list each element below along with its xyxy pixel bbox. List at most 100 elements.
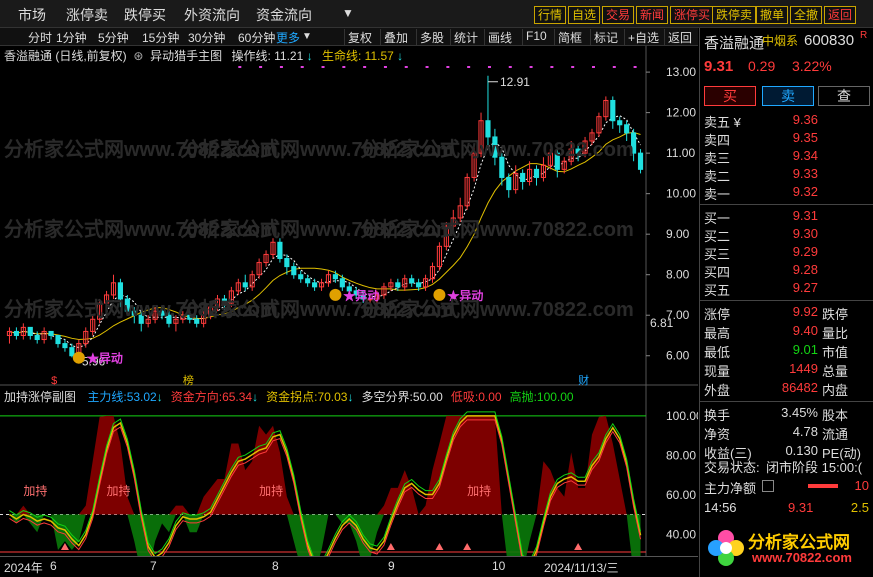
- bid-row[interactable]: 买一 9.31: [700, 208, 873, 227]
- ask-row[interactable]: 卖五 ¥ 9.36: [700, 112, 873, 131]
- stock-sector[interactable]: 中烟系: [762, 32, 798, 49]
- event-marker[interactable]: 榜: [183, 373, 194, 386]
- query-button[interactable]: 查: [818, 86, 870, 106]
- period-more-button[interactable]: 更多: [276, 29, 300, 46]
- signal-dot: [550, 66, 554, 68]
- nav-dropdown-icon[interactable]: ▼: [342, 6, 354, 20]
- toolbar-tool-button[interactable]: 返回: [668, 29, 692, 46]
- stat-label: 净资: [704, 427, 731, 442]
- ask-label: 卖一: [704, 187, 731, 202]
- nav-button[interactable]: 涨停买: [670, 6, 715, 24]
- candle-body[interactable]: [69, 347, 75, 357]
- nav-limit-up-sell[interactable]: 涨停卖: [66, 5, 108, 25]
- bid-label: 买五: [704, 283, 731, 298]
- candle-body[interactable]: [312, 282, 318, 288]
- ask-row[interactable]: 卖三 9.34: [700, 148, 873, 167]
- candle-body[interactable]: [409, 278, 415, 284]
- ask-row[interactable]: 卖二 9.33: [700, 166, 873, 185]
- candle-body[interactable]: [533, 168, 540, 178]
- toolbar-tool-button[interactable]: 叠加: [384, 29, 408, 46]
- bid-row[interactable]: 买二 9.30: [700, 226, 873, 245]
- candle-body[interactable]: [62, 343, 68, 349]
- buy-button[interactable]: 买: [704, 86, 756, 106]
- toolbar-tool-button[interactable]: +自选: [628, 29, 659, 46]
- toolbar-tool-button[interactable]: 简框: [558, 29, 582, 46]
- period-tab[interactable]: 5分钟: [98, 29, 129, 46]
- ask-row[interactable]: 卖一 9.32: [700, 184, 873, 203]
- sell-button[interactable]: 卖: [762, 86, 814, 106]
- max-price-label: 12.91: [500, 75, 530, 89]
- candle-body[interactable]: [339, 278, 345, 288]
- nav-button[interactable]: 交易: [602, 6, 635, 24]
- period-tab[interactable]: 1分钟: [56, 29, 87, 46]
- candle-body[interactable]: [48, 330, 54, 336]
- nav-button[interactable]: 新闻: [636, 6, 669, 24]
- candle-body[interactable]: [284, 257, 290, 268]
- indicator-name[interactable]: 异动猎手主图: [150, 49, 222, 63]
- period-tab[interactable]: 分时: [28, 29, 52, 46]
- restore-icon[interactable]: R: [860, 30, 867, 41]
- candle-body[interactable]: [332, 274, 338, 280]
- toolbar-tool-button[interactable]: 统计: [454, 29, 478, 46]
- bid-row[interactable]: 买四 9.28: [700, 262, 873, 281]
- candle-body[interactable]: [506, 176, 512, 191]
- candle-body[interactable]: [485, 120, 491, 138]
- indicator-toggle-icon[interactable]: ⊛: [130, 49, 147, 63]
- order-book-divider: [700, 204, 873, 205]
- toolbar-tool-button[interactable]: F10: [526, 29, 547, 43]
- sub-chart[interactable]: 100.00 80.00 60.00 40.00 加持 加持 加持 加持: [0, 386, 698, 556]
- watermark-logo: 分析家公式网 www.70822.com: [700, 520, 873, 577]
- sub-chart-title[interactable]: 加持涨停副图: [4, 390, 76, 404]
- event-marker[interactable]: $: [51, 375, 57, 386]
- nav-capital-flow[interactable]: 资金流向: [256, 5, 312, 25]
- candle-body[interactable]: [305, 278, 311, 284]
- bid-row[interactable]: 买三 9.29: [700, 244, 873, 263]
- candle-body[interactable]: [55, 334, 61, 345]
- nav-foreign-flow[interactable]: 外资流向: [184, 5, 240, 25]
- nav-market[interactable]: 市场: [18, 5, 46, 25]
- nav-button[interactable]: 全撤: [790, 6, 823, 24]
- stat-right-label: 跌停: [822, 307, 849, 322]
- toolbar-tool-button[interactable]: 多股: [420, 29, 444, 46]
- candle-body[interactable]: [117, 282, 124, 300]
- candle-body[interactable]: [298, 274, 304, 280]
- main-chart[interactable]: 13.0012.0011.0010.009.008.007.006.006.81…: [0, 46, 698, 386]
- candle-body[interactable]: [395, 282, 401, 288]
- toolbar-tool-button[interactable]: 画线: [488, 29, 512, 46]
- candle-body[interactable]: [242, 282, 248, 288]
- watermark-text: 分析家公式网www.70822.com: [360, 297, 634, 321]
- buy-signal-triangle-icon: [463, 543, 472, 550]
- signal-dot: [571, 66, 575, 68]
- bid-row[interactable]: 买五 9.27: [700, 280, 873, 299]
- sub-y-axis-label: 60.00: [666, 488, 696, 502]
- candle-body[interactable]: [277, 241, 283, 259]
- nav-button[interactable]: 跌停卖: [712, 6, 757, 24]
- period-tab[interactable]: 15分钟: [142, 29, 179, 46]
- candle-body[interactable]: [520, 172, 526, 183]
- nav-button[interactable]: 撤单: [756, 6, 789, 24]
- nav-button[interactable]: 行情: [534, 6, 567, 24]
- expand-icon[interactable]: [762, 480, 774, 492]
- period-tab[interactable]: 60分钟: [238, 29, 275, 46]
- candle-body[interactable]: [27, 326, 33, 336]
- current-price-tag: 6.81: [650, 316, 674, 330]
- candle-body[interactable]: [291, 266, 297, 276]
- nav-limit-down-buy[interactable]: 跌停买: [124, 5, 166, 25]
- candle-body[interactable]: [610, 99, 616, 122]
- candle-body[interactable]: [34, 334, 40, 341]
- period-more-dropdown-icon[interactable]: ▼: [302, 31, 312, 42]
- candle-body[interactable]: [617, 120, 623, 126]
- toolbar-tool-button[interactable]: 复权: [348, 29, 372, 46]
- nav-button[interactable]: 自选: [568, 6, 601, 24]
- candle-body[interactable]: [416, 282, 422, 288]
- toolbar-tool-button[interactable]: 标记: [594, 29, 618, 46]
- ask-price: 9.36: [792, 112, 818, 127]
- candle-body[interactable]: [624, 124, 630, 134]
- nav-button[interactable]: 返回: [824, 6, 857, 24]
- period-tab[interactable]: 30分钟: [188, 29, 225, 46]
- candle-body[interactable]: [13, 330, 19, 336]
- toolbar-divider: [664, 29, 665, 45]
- ask-row[interactable]: 卖四 9.35: [700, 130, 873, 149]
- candle-body[interactable]: [637, 152, 644, 170]
- event-marker[interactable]: 财: [578, 373, 589, 386]
